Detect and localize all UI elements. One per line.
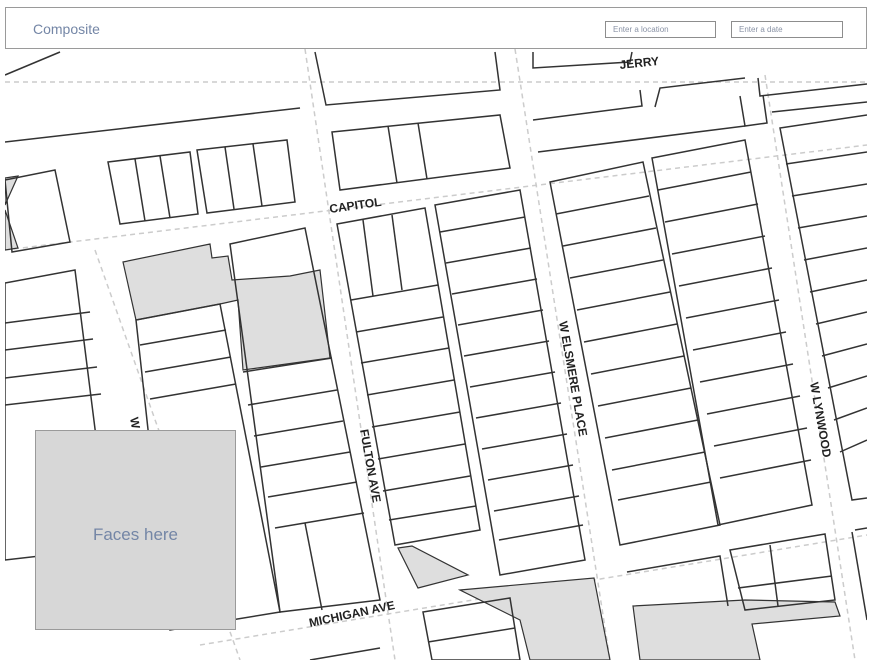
street-label-w-lynwood: W LYNWOOD	[807, 381, 834, 459]
street-label-jerry: JERRY	[619, 54, 660, 72]
date-input[interactable]	[731, 21, 843, 38]
street-label-fulton-ave: FULTON AVE	[357, 428, 384, 504]
street-label-capitol: CAPITOL	[328, 195, 382, 216]
location-input[interactable]	[605, 21, 716, 38]
faces-panel: Faces here	[35, 430, 236, 630]
street-label-partial-west: W	[127, 416, 143, 430]
top-bar: Composite	[5, 7, 867, 49]
faces-placeholder-label: Faces here	[92, 525, 179, 544]
app-title: Composite	[33, 21, 100, 37]
street-label-w-elsmere-place: W ELSMERE PLACE	[556, 320, 590, 437]
